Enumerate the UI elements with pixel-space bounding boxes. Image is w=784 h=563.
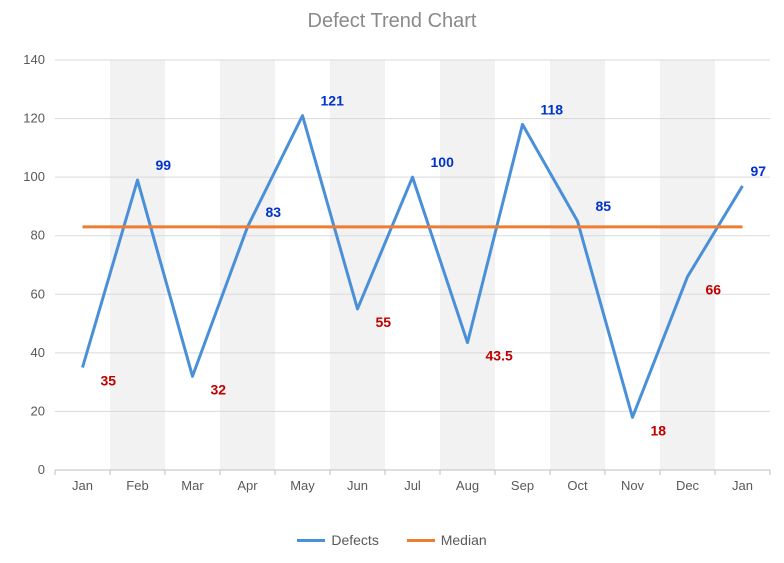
legend-swatch-median bbox=[407, 539, 435, 542]
svg-text:118: 118 bbox=[541, 101, 564, 117]
svg-text:120: 120 bbox=[23, 111, 45, 126]
svg-text:121: 121 bbox=[321, 93, 345, 109]
svg-text:Mar: Mar bbox=[181, 478, 204, 493]
legend-item-defects: Defects bbox=[297, 532, 378, 548]
svg-text:100: 100 bbox=[431, 154, 455, 170]
svg-text:66: 66 bbox=[706, 282, 722, 298]
svg-text:May: May bbox=[290, 478, 315, 493]
svg-text:Sep: Sep bbox=[511, 478, 534, 493]
svg-text:Jan: Jan bbox=[732, 478, 753, 493]
svg-text:18: 18 bbox=[651, 422, 667, 438]
svg-text:60: 60 bbox=[31, 286, 45, 301]
legend-label-median: Median bbox=[441, 532, 487, 548]
svg-text:85: 85 bbox=[596, 198, 612, 214]
svg-text:99: 99 bbox=[156, 157, 172, 173]
svg-text:140: 140 bbox=[23, 52, 45, 67]
svg-text:80: 80 bbox=[31, 228, 45, 243]
legend-item-median: Median bbox=[407, 532, 487, 548]
svg-text:Apr: Apr bbox=[237, 478, 258, 493]
svg-text:Oct: Oct bbox=[567, 478, 588, 493]
svg-text:20: 20 bbox=[31, 403, 45, 418]
svg-text:Jan: Jan bbox=[72, 478, 93, 493]
svg-text:Jun: Jun bbox=[347, 478, 368, 493]
svg-text:Dec: Dec bbox=[676, 478, 700, 493]
svg-text:55: 55 bbox=[376, 314, 392, 330]
svg-text:Feb: Feb bbox=[126, 478, 148, 493]
svg-text:97: 97 bbox=[751, 163, 767, 179]
svg-text:Jul: Jul bbox=[404, 478, 421, 493]
chart-plot: 0 20 40 60 80 100 120 140 Jan Feb Mar Apr May Jun Jul A… bbox=[0, 0, 784, 563]
svg-text:Nov: Nov bbox=[621, 478, 645, 493]
svg-text:100: 100 bbox=[23, 169, 45, 184]
svg-text:35: 35 bbox=[101, 373, 117, 389]
svg-text:0: 0 bbox=[38, 462, 45, 477]
svg-text:43.5: 43.5 bbox=[486, 348, 513, 364]
svg-text:Aug: Aug bbox=[456, 478, 479, 493]
svg-text:32: 32 bbox=[211, 381, 227, 397]
svg-text:83: 83 bbox=[266, 204, 282, 220]
chart-legend: Defects Median bbox=[0, 529, 784, 549]
legend-label-defects: Defects bbox=[331, 532, 378, 548]
legend-swatch-defects bbox=[297, 539, 325, 542]
svg-text:40: 40 bbox=[31, 345, 45, 360]
